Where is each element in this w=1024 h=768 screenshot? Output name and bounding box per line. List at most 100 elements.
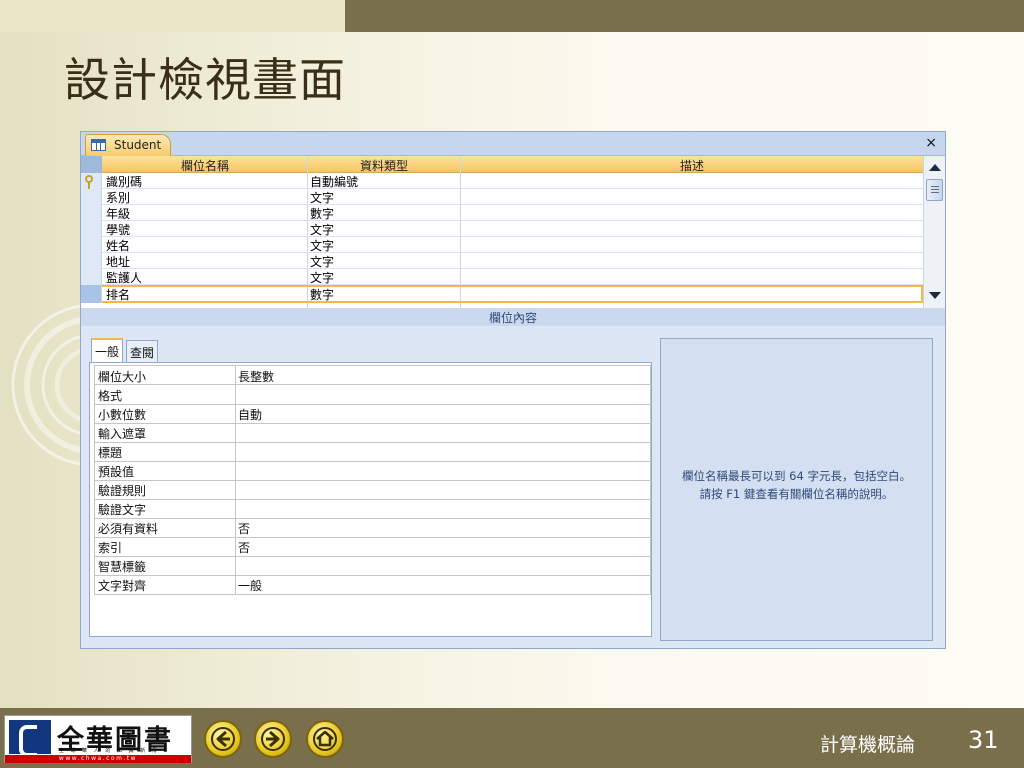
property-label: 智慧標籤 [98, 560, 147, 574]
table-row[interactable]: 監護人 文字 [81, 269, 923, 285]
page-number: 31 [968, 726, 999, 754]
data-type-cell[interactable]: 文字 [310, 269, 334, 286]
logo-tagline: 全 球 華 人 的 知 識 新 傳 [59, 748, 160, 754]
scroll-down-icon[interactable] [929, 292, 941, 299]
property-row[interactable]: 格式 [94, 385, 651, 405]
property-value[interactable]: 自動 [238, 406, 262, 423]
field-name-cell[interactable]: 姓名 [106, 237, 130, 254]
row-selector[interactable] [81, 173, 102, 189]
field-name-cell[interactable]: 系別 [106, 189, 130, 206]
back-button[interactable] [204, 720, 242, 758]
header-data-type[interactable]: 資料類型 [308, 157, 460, 174]
table-row[interactable]: 姓名 文字 [81, 237, 923, 253]
publisher-logo: 全華圖書 全 球 華 人 的 知 識 新 傳 www.chwa.com.tw [4, 715, 192, 763]
property-row[interactable]: 預設值 [94, 461, 651, 481]
row-selector[interactable] [81, 221, 102, 237]
row-selector[interactable] [81, 269, 102, 285]
property-value[interactable]: 長整數 [238, 368, 274, 385]
property-label: 標題 [98, 446, 123, 460]
help-line: 請按 F1 鍵查看有關欄位名稱的說明。 [699, 487, 894, 501]
property-label: 文字對齊 [98, 579, 147, 593]
help-text: 欄位名稱最長可以到 64 字元長，包括空白。 請按 F1 鍵查看有關欄位名稱的說… [661, 467, 932, 503]
arrow-right-icon [261, 727, 285, 751]
forward-button[interactable] [254, 720, 292, 758]
property-row[interactable]: 欄位大小 長整數 [94, 365, 651, 385]
properties-panel: 欄位大小 長整數 格式 小數位數 自動 輸入遮罩 標題 預設值 驗證規則 驗證文字 … [89, 362, 652, 637]
property-row[interactable]: 驗證文字 [94, 499, 651, 519]
property-label: 索引 [98, 541, 123, 555]
field-name-cell[interactable]: 年級 [106, 205, 130, 222]
data-type-cell[interactable]: 文字 [310, 237, 334, 254]
field-name-cell[interactable]: 排名 [106, 286, 130, 303]
property-row[interactable]: 標題 [94, 442, 651, 462]
vertical-scrollbar[interactable] [923, 156, 945, 308]
scroll-up-icon[interactable] [929, 164, 941, 171]
field-name-cell[interactable]: 識別碼 [106, 173, 142, 190]
header-field-name[interactable]: 欄位名稱 [103, 157, 307, 174]
property-label: 必須有資料 [98, 522, 159, 536]
help-box: 欄位名稱最長可以到 64 字元長，包括空白。 請按 F1 鍵查看有關欄位名稱的說… [660, 338, 933, 641]
property-row[interactable]: 驗證規則 [94, 480, 651, 500]
property-value[interactable]: 否 [238, 520, 250, 537]
property-label: 驗證文字 [98, 503, 147, 517]
property-row[interactable]: 輸入遮罩 [94, 423, 651, 443]
table-row[interactable]: 年級 數字 [81, 205, 923, 221]
student-table-tab[interactable]: Student [85, 134, 171, 156]
home-button[interactable] [306, 720, 344, 758]
property-label: 欄位大小 [98, 370, 147, 384]
help-line: 欄位名稱最長可以到 64 字元長，包括空白。 [682, 469, 911, 483]
row-selector[interactable] [81, 205, 102, 221]
property-value[interactable]: 一般 [238, 577, 262, 594]
row-selector[interactable] [81, 237, 102, 253]
property-row[interactable]: 文字對齊 一般 [94, 575, 651, 595]
field-properties-area: 一般 查閱 欄位大小 長整數 格式 小數位數 自動 輸入遮罩 標題 預設值 驗證規則… [81, 326, 945, 648]
table-row[interactable]: 識別碼 自動編號 [81, 173, 923, 189]
table-row[interactable]: 地址 文字 [81, 253, 923, 269]
table-row-selected[interactable]: 排名 數字 [81, 285, 923, 303]
grid-select-all-corner[interactable] [81, 156, 102, 173]
course-name: 計算機概論 [820, 734, 916, 756]
access-table-design-window: Student × 欄位名稱 資料類型 描述 識別碼 自動編號 系別 文字 年級… [80, 131, 946, 649]
property-row[interactable]: 索引 否 [94, 537, 651, 557]
row-selector[interactable] [81, 189, 102, 205]
field-name-cell[interactable]: 學號 [106, 221, 130, 238]
scroll-thumb[interactable] [926, 179, 943, 201]
arrow-left-icon [211, 727, 235, 751]
property-label: 格式 [98, 389, 123, 403]
data-type-cell[interactable]: 數字 [310, 286, 334, 303]
tab-lookup[interactable]: 查閱 [126, 340, 159, 362]
row-selector[interactable] [81, 285, 102, 303]
row-selector[interactable] [81, 253, 102, 269]
data-type-cell[interactable]: 文字 [310, 253, 334, 270]
data-type-cell[interactable]: 自動編號 [310, 173, 358, 190]
top-bar-left [0, 0, 345, 32]
field-properties-title: 欄位內容 [488, 311, 537, 325]
logo-mark-icon [9, 720, 51, 757]
slide-title: 設計檢視畫面 [64, 53, 346, 107]
tab-general[interactable]: 一般 [91, 338, 124, 362]
field-name-cell[interactable]: 地址 [106, 253, 130, 270]
home-icon [313, 727, 337, 751]
header-description[interactable]: 描述 [461, 157, 923, 174]
property-label: 輸入遮罩 [98, 427, 147, 441]
property-row[interactable]: 智慧標籤 [94, 556, 651, 576]
property-label: 小數位數 [98, 408, 147, 422]
table-row[interactable]: 系別 文字 [81, 189, 923, 205]
property-label: 驗證規則 [98, 484, 147, 498]
tab-label: Student [114, 138, 162, 152]
property-row[interactable]: 小數位數 自動 [94, 404, 651, 424]
close-icon[interactable]: × [925, 135, 937, 151]
logo-url: www.chwa.com.tw [5, 755, 191, 763]
data-type-cell[interactable]: 文字 [310, 221, 334, 238]
top-bar-right [345, 0, 1024, 32]
table-row[interactable]: 學號 文字 [81, 221, 923, 237]
data-type-cell[interactable]: 數字 [310, 205, 334, 222]
field-name-cell[interactable]: 監護人 [106, 269, 142, 286]
field-grid: 欄位名稱 資料類型 描述 識別碼 自動編號 系別 文字 年級 數字 學號 文字 [81, 156, 923, 308]
table-icon [91, 139, 106, 151]
property-row[interactable]: 必須有資料 否 [94, 518, 651, 538]
primary-key-icon [85, 175, 93, 189]
property-value[interactable]: 否 [238, 539, 250, 556]
document-tab-strip: Student × [81, 132, 945, 156]
data-type-cell[interactable]: 文字 [310, 189, 334, 206]
